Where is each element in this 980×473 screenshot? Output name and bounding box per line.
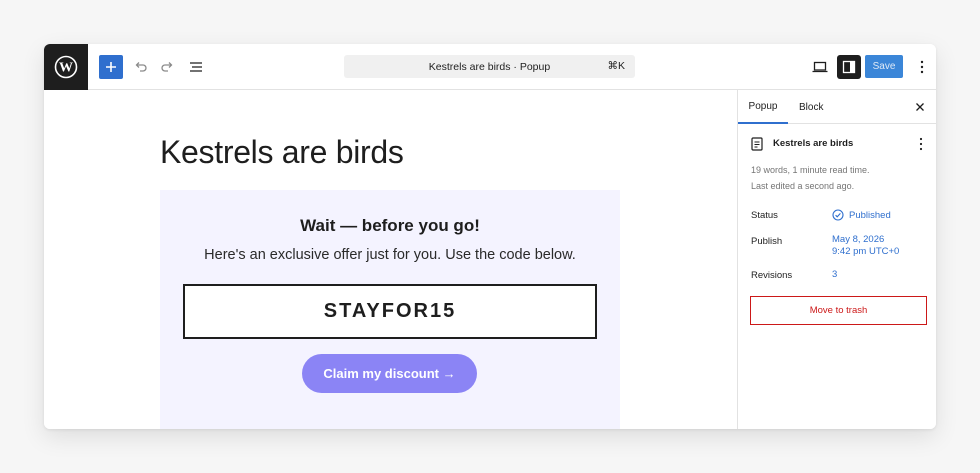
tab-block[interactable]: Block xyxy=(799,90,823,124)
document-title: Kestrels are birds xyxy=(773,138,854,149)
command-palette-bar[interactable]: Kestrels are birds · Popup ⌘K xyxy=(344,55,635,78)
add-block-button[interactable] xyxy=(99,55,123,79)
discount-code-box[interactable]: STAYFOR15 xyxy=(183,284,597,339)
popup-heading[interactable]: Wait — before you go! xyxy=(160,216,620,236)
redo-button[interactable] xyxy=(156,55,180,79)
sidebar-tabs: Popup Block xyxy=(738,90,936,124)
document-icon xyxy=(751,137,763,151)
status-value[interactable]: Published xyxy=(832,209,891,221)
svg-text:W: W xyxy=(59,61,73,76)
status-label: Status xyxy=(751,210,778,221)
tab-popup[interactable]: Popup xyxy=(738,90,788,124)
wordpress-logo-icon[interactable]: W xyxy=(44,44,88,90)
claim-discount-button[interactable]: Claim my discount → xyxy=(302,354,477,393)
settings-toggle-button[interactable] xyxy=(837,55,861,79)
plus-icon xyxy=(106,62,116,72)
close-icon[interactable] xyxy=(914,101,926,113)
list-view-icon xyxy=(190,62,202,72)
published-check-icon xyxy=(832,209,844,221)
document-summary: Kestrels are birds xyxy=(751,136,931,152)
more-vertical-icon xyxy=(920,60,924,74)
command-shortcut: ⌘K xyxy=(607,60,625,72)
sidebar-icon xyxy=(842,60,856,74)
preview-button[interactable] xyxy=(808,55,832,79)
redo-icon xyxy=(161,62,173,72)
more-vertical-icon[interactable] xyxy=(914,136,928,152)
last-edited: Last edited a second ago. xyxy=(751,181,855,191)
popup-block[interactable]: Wait — before you go! Here's an exclusiv… xyxy=(160,190,620,429)
desktop-icon xyxy=(812,61,828,73)
revisions-label: Revisions xyxy=(751,270,793,281)
settings-sidebar: Popup Block Kestrels are birds 19 words,… xyxy=(737,90,936,429)
options-menu-button[interactable] xyxy=(910,55,934,79)
undo-button[interactable] xyxy=(128,55,152,79)
word-count: 19 words, 1 minute read time. xyxy=(751,165,870,175)
command-bar-title: Kestrels are birds · Popup xyxy=(428,60,551,73)
revisions-value[interactable]: 3 xyxy=(832,269,837,280)
popup-text[interactable]: Here's an exclusive offer just for you. … xyxy=(160,247,620,263)
publish-time[interactable]: 9:42 pm UTC+0 xyxy=(832,246,899,257)
move-to-trash-button[interactable]: Move to trash xyxy=(750,296,927,325)
undo-icon xyxy=(135,62,147,72)
editor-window: W Kestrels are birds · Popup ⌘K Save Kes… xyxy=(44,44,936,429)
editor-toolbar: W Kestrels are birds · Popup ⌘K Save xyxy=(44,44,936,90)
document-overview-button[interactable] xyxy=(184,55,208,79)
publish-date[interactable]: May 8, 2026 xyxy=(832,234,884,245)
publish-label: Publish xyxy=(751,236,783,247)
status-text: Published xyxy=(849,209,891,221)
save-button[interactable]: Save xyxy=(865,55,903,78)
discount-code: STAYFOR15 xyxy=(323,300,457,322)
editor-canvas: Kestrels are birds Wait — before you go!… xyxy=(44,90,737,429)
post-title[interactable]: Kestrels are birds xyxy=(160,134,404,171)
